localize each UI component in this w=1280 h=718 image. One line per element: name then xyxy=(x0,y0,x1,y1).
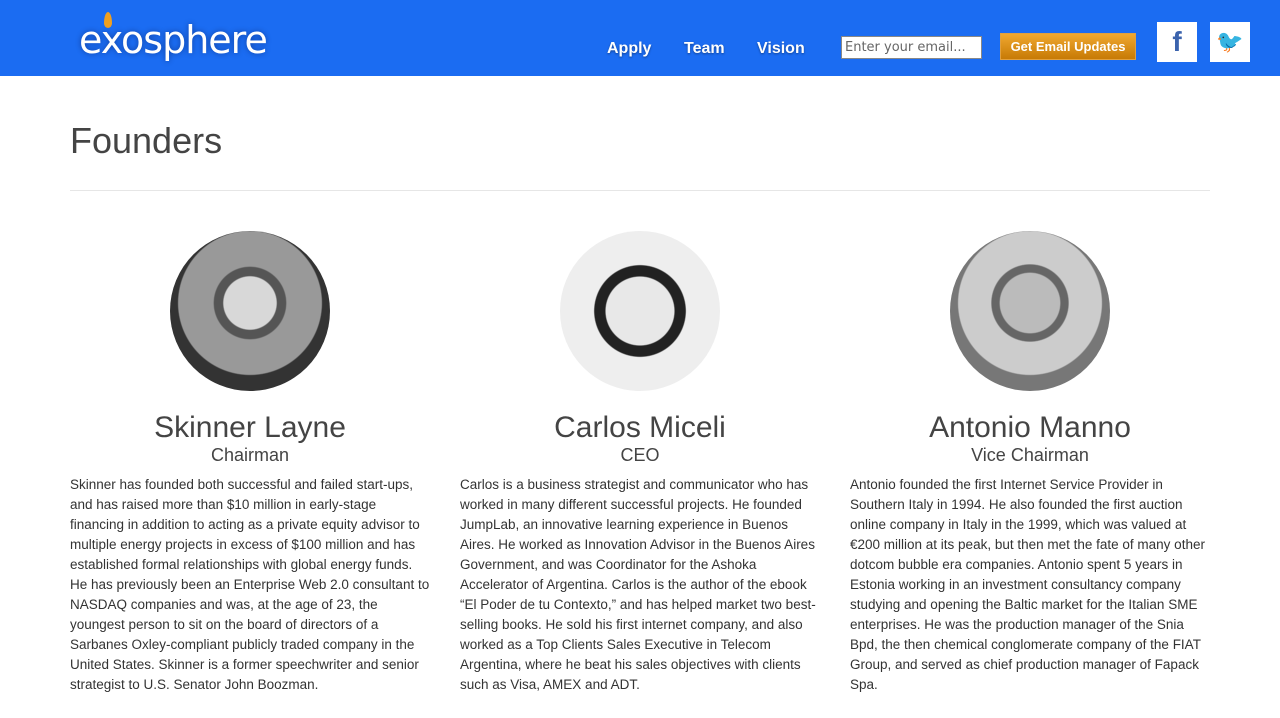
page-title: Founders xyxy=(70,120,223,161)
founder-bio: Skinner has founded both successful and … xyxy=(70,477,430,692)
nav-vision[interactable]: Vision xyxy=(757,40,805,58)
founder-role: Chairman xyxy=(210,445,290,465)
founder-photo xyxy=(170,231,330,391)
founder-name: Carlos Miceli xyxy=(554,411,726,444)
founder-card: Carlos Miceli CEO Carlos is a business s… xyxy=(460,231,820,695)
twitter-icon[interactable]: 🐦 xyxy=(1210,22,1250,62)
founder-bio: Antonio founded the first Internet Servi… xyxy=(850,477,1205,692)
nav-apply[interactable]: Apply xyxy=(607,40,651,58)
logo[interactable]: exosphere xyxy=(79,18,268,62)
get-email-updates-button[interactable]: Get Email Updates xyxy=(1000,33,1136,60)
founder-name: Skinner Layne xyxy=(154,411,346,444)
founder-role: CEO xyxy=(620,445,660,465)
founder-card: Skinner Layne Chairman Skinner has found… xyxy=(70,231,430,695)
facebook-icon[interactable]: f xyxy=(1157,22,1197,62)
founder-bio: Carlos is a business strategist and comm… xyxy=(460,477,816,692)
divider xyxy=(70,190,1210,191)
nav-team[interactable]: Team xyxy=(684,40,725,58)
site-header: exosphere Apply Team Vision Get Email Up… xyxy=(0,0,1280,76)
founder-card: Antonio Manno Vice Chairman Antonio foun… xyxy=(850,231,1210,695)
email-input[interactable] xyxy=(841,36,982,59)
founder-name: Antonio Manno xyxy=(929,411,1131,444)
founder-role: Vice Chairman xyxy=(971,445,1089,465)
founder-photo xyxy=(950,231,1110,391)
founder-photo xyxy=(560,231,720,391)
